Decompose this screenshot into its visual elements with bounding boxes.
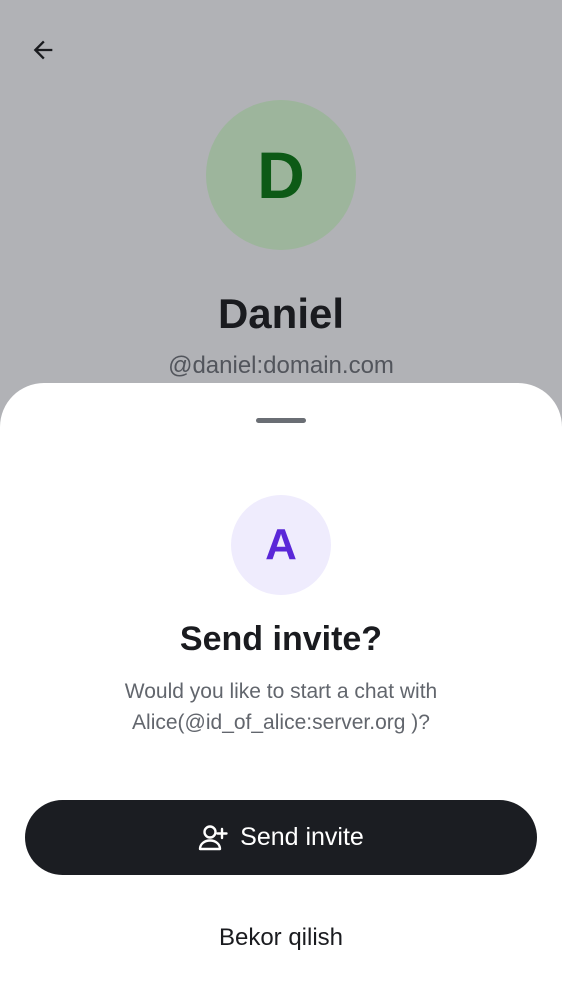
profile-user-id: @daniel:domain.com — [168, 352, 394, 379]
drag-handle[interactable] — [256, 418, 306, 423]
send-invite-button[interactable]: Send invite — [25, 800, 537, 875]
sheet-title: Send invite? — [179, 620, 383, 658]
profile-avatar: D — [206, 100, 356, 250]
cancel-label: Bekor qilish — [218, 924, 344, 951]
person-add-icon — [198, 824, 228, 852]
arrow-left-icon — [33, 40, 53, 60]
cancel-button[interactable]: Bekor qilish — [150, 908, 412, 968]
sheet-description: Would you like to start a chat with Alic… — [124, 680, 438, 734]
invitee-avatar: A — [231, 495, 331, 595]
back-button[interactable] — [26, 33, 60, 67]
invite-bottom-sheet: A Send invite? Would you like to start a… — [0, 383, 562, 1000]
send-invite-label: Send invite — [240, 823, 364, 851]
profile-name: Daniel — [217, 290, 345, 337]
